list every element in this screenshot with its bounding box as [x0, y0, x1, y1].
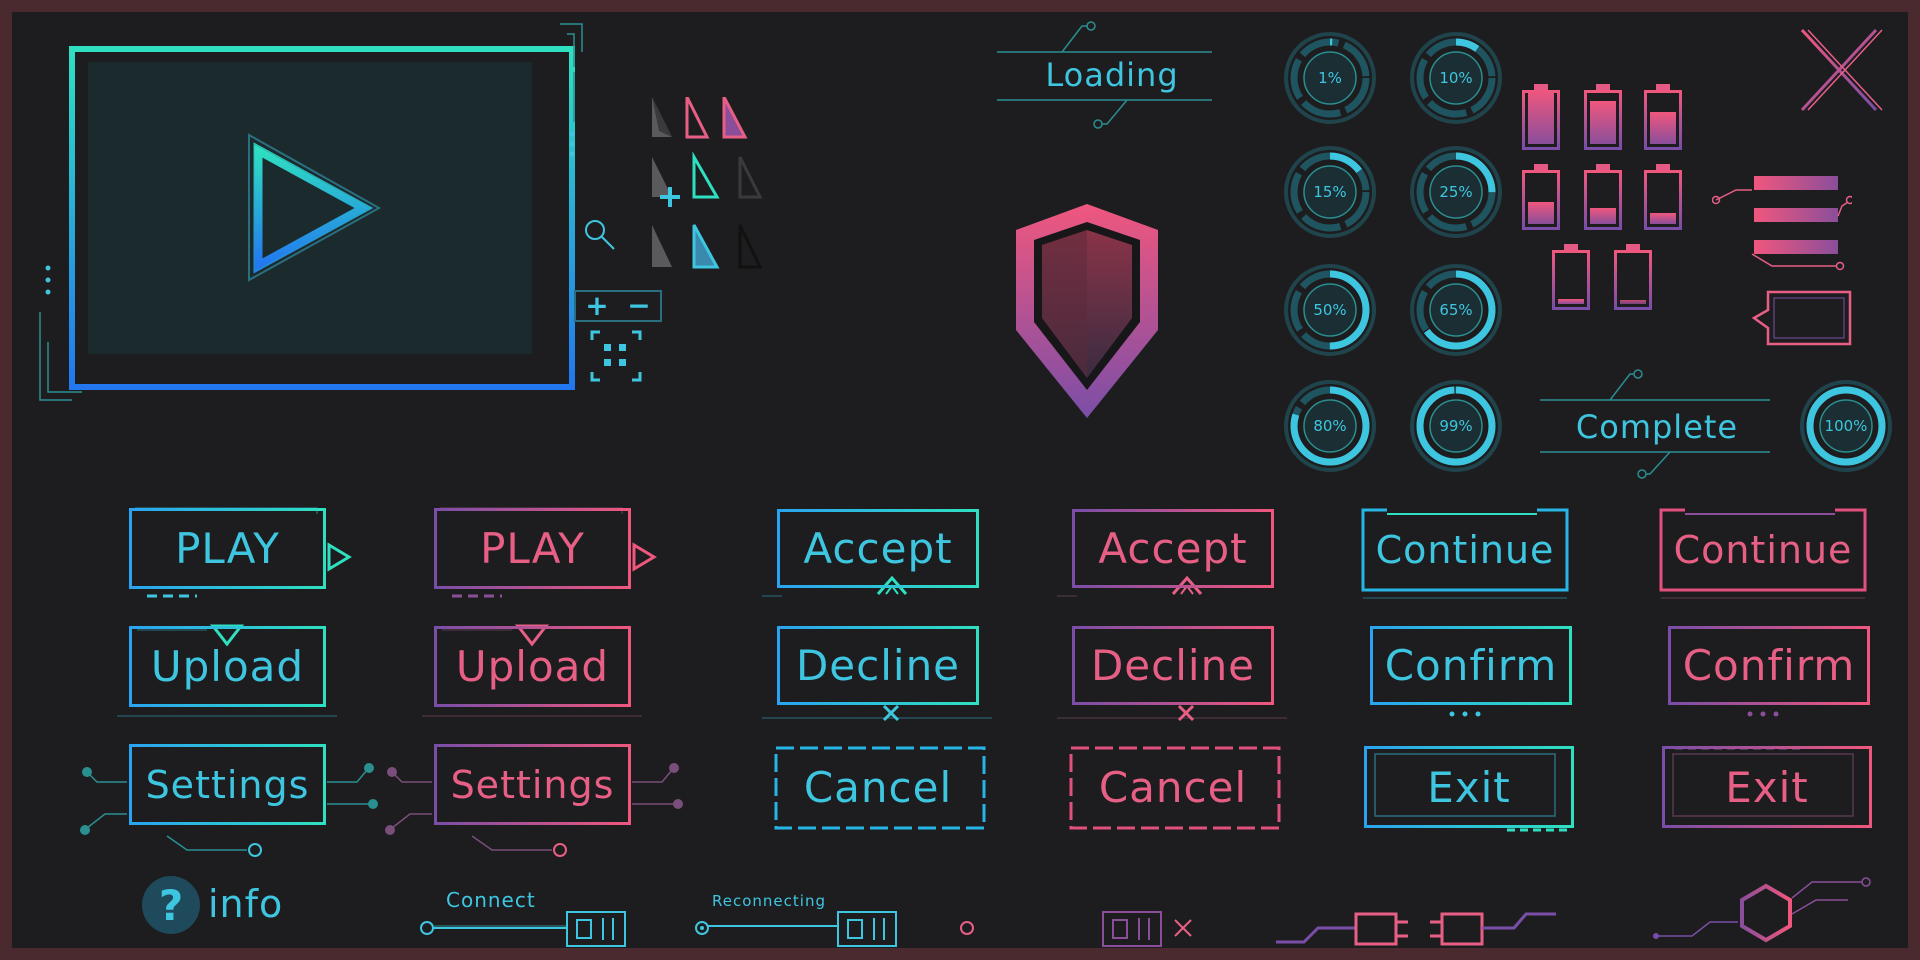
- progress-ring: 99%: [1408, 378, 1504, 474]
- cursor-icon: [692, 224, 720, 269]
- complete-label: Complete: [1575, 408, 1739, 446]
- info-icon[interactable]: ?: [142, 876, 200, 934]
- menu-icon[interactable]: [1712, 162, 1852, 272]
- confirm-button-label: Confirm: [1384, 641, 1558, 690]
- battery-level: [1558, 298, 1584, 304]
- battery-icon: [1644, 164, 1682, 230]
- cursor-icon: [652, 97, 672, 137]
- accept-button-label: Accept: [1098, 524, 1248, 573]
- exit-button-cyan[interactable]: Exit: [1364, 746, 1574, 828]
- close-icon[interactable]: [1794, 18, 1884, 118]
- cursor-set: [652, 97, 763, 269]
- play-icon[interactable]: [244, 130, 384, 290]
- progress-ring: 15%: [1282, 144, 1378, 240]
- zoom-out-button[interactable]: −: [627, 292, 650, 320]
- cursor-icon: [652, 225, 672, 267]
- play-button-label: PLAY: [480, 524, 585, 573]
- accept-button-label: Accept: [803, 524, 953, 573]
- progress-ring: 1%: [1282, 30, 1378, 126]
- battery-icon: [1614, 244, 1652, 310]
- hexagon-icon[interactable]: [1652, 862, 1882, 958]
- upload-button-cyan[interactable]: Upload: [129, 626, 326, 707]
- accept-button-cyan[interactable]: Accept: [777, 509, 979, 588]
- decline-button-pink[interactable]: Decline: [1072, 626, 1274, 705]
- settings-button-cyan[interactable]: Settings: [129, 744, 326, 825]
- progress-ring-label: 65%: [1439, 301, 1473, 319]
- battery-level: [1528, 90, 1554, 144]
- battery-level: [1590, 207, 1616, 224]
- continue-button-pink[interactable]: Continue: [1661, 510, 1865, 590]
- battery-icon: [1644, 84, 1682, 150]
- shield-icon[interactable]: [1012, 200, 1162, 422]
- progress-ring: 25%: [1408, 144, 1504, 240]
- progress-ring: 50%: [1282, 262, 1378, 358]
- connect-plug-icon[interactable]: [417, 894, 637, 954]
- plug-icon[interactable]: [1274, 896, 1564, 952]
- cancel-button-cyan[interactable]: Cancel: [777, 748, 979, 827]
- zoom-in-button[interactable]: +: [585, 292, 608, 320]
- battery-level: [1650, 111, 1676, 144]
- battery-level: [1528, 202, 1554, 224]
- info-label[interactable]: info: [208, 882, 283, 926]
- progress-ring-label: 1%: [1318, 69, 1342, 87]
- battery-icon: [1552, 244, 1590, 310]
- decline-button-label: Decline: [1090, 641, 1256, 690]
- reconnecting-plug-icon[interactable]: [692, 894, 912, 954]
- upload-button-label: Upload: [150, 642, 305, 691]
- grid-icon[interactable]: [590, 330, 644, 384]
- upload-button-label: Upload: [455, 642, 610, 691]
- exit-button-label: Exit: [1725, 762, 1809, 812]
- confirm-button-cyan[interactable]: Confirm: [1370, 626, 1572, 705]
- confirm-button-pink[interactable]: Confirm: [1668, 626, 1870, 705]
- continue-button-cyan[interactable]: Continue: [1363, 510, 1567, 590]
- battery-level: [1650, 213, 1676, 224]
- progress-ring-label: 15%: [1313, 183, 1347, 201]
- question-mark-glyph: ?: [158, 880, 184, 930]
- battery-level: [1620, 300, 1646, 304]
- progress-ring-label: 25%: [1439, 183, 1473, 201]
- settings-button-label: Settings: [145, 762, 310, 807]
- cancel-button-pink[interactable]: Cancel: [1072, 748, 1274, 827]
- progress-ring-label: 99%: [1439, 417, 1473, 435]
- decline-button-label: Decline: [795, 641, 961, 690]
- hud-sheet: + − Loading 1% 10% 15% 25% 50% 65% 80% 9…: [12, 12, 1908, 948]
- cursor-icon: [685, 97, 710, 139]
- play-button-label: PLAY: [175, 524, 280, 573]
- upload-button-pink[interactable]: Upload: [434, 626, 631, 707]
- battery-level: [1590, 100, 1616, 144]
- play-button-pink[interactable]: PLAY: [434, 508, 631, 589]
- confirm-button-label: Confirm: [1682, 641, 1856, 690]
- disconnected-plug-icon[interactable]: [957, 894, 1207, 954]
- cursor-icon: [722, 97, 748, 139]
- settings-button-label: Settings: [450, 762, 615, 807]
- continue-button-label: Continue: [1673, 528, 1853, 572]
- cursor-icon: [738, 156, 763, 199]
- progress-ring: 65%: [1408, 262, 1504, 358]
- cancel-button-label: Cancel: [803, 763, 953, 812]
- loading-label: Loading: [1045, 56, 1179, 94]
- progress-ring: 10%: [1408, 30, 1504, 126]
- continue-button-label: Continue: [1375, 528, 1555, 572]
- progress-ring: 100%: [1798, 378, 1894, 474]
- decline-button-cyan[interactable]: Decline: [777, 626, 979, 705]
- play-button-cyan[interactable]: PLAY: [129, 508, 326, 589]
- progress-ring-label: 10%: [1439, 69, 1473, 87]
- accept-button-pink[interactable]: Accept: [1072, 509, 1274, 588]
- battery-icon: [1522, 164, 1560, 230]
- exit-button-pink[interactable]: Exit: [1662, 746, 1872, 828]
- cancel-button-label: Cancel: [1098, 763, 1248, 812]
- cursor-icon: [738, 224, 763, 269]
- progress-ring-label: 80%: [1313, 417, 1347, 435]
- battery-icon: [1584, 84, 1622, 150]
- cursor-icon: [692, 151, 720, 199]
- battery-icon: [1584, 164, 1622, 230]
- settings-button-pink[interactable]: Settings: [434, 744, 631, 825]
- progress-ring-label: 50%: [1313, 301, 1347, 319]
- progress-ring-label: 100%: [1824, 417, 1868, 435]
- zoom-control: + −: [574, 290, 662, 322]
- magnifier-icon[interactable]: [582, 217, 622, 257]
- progress-ring: 80%: [1282, 378, 1378, 474]
- battery-icon: [1522, 84, 1560, 150]
- exit-button-label: Exit: [1427, 762, 1511, 812]
